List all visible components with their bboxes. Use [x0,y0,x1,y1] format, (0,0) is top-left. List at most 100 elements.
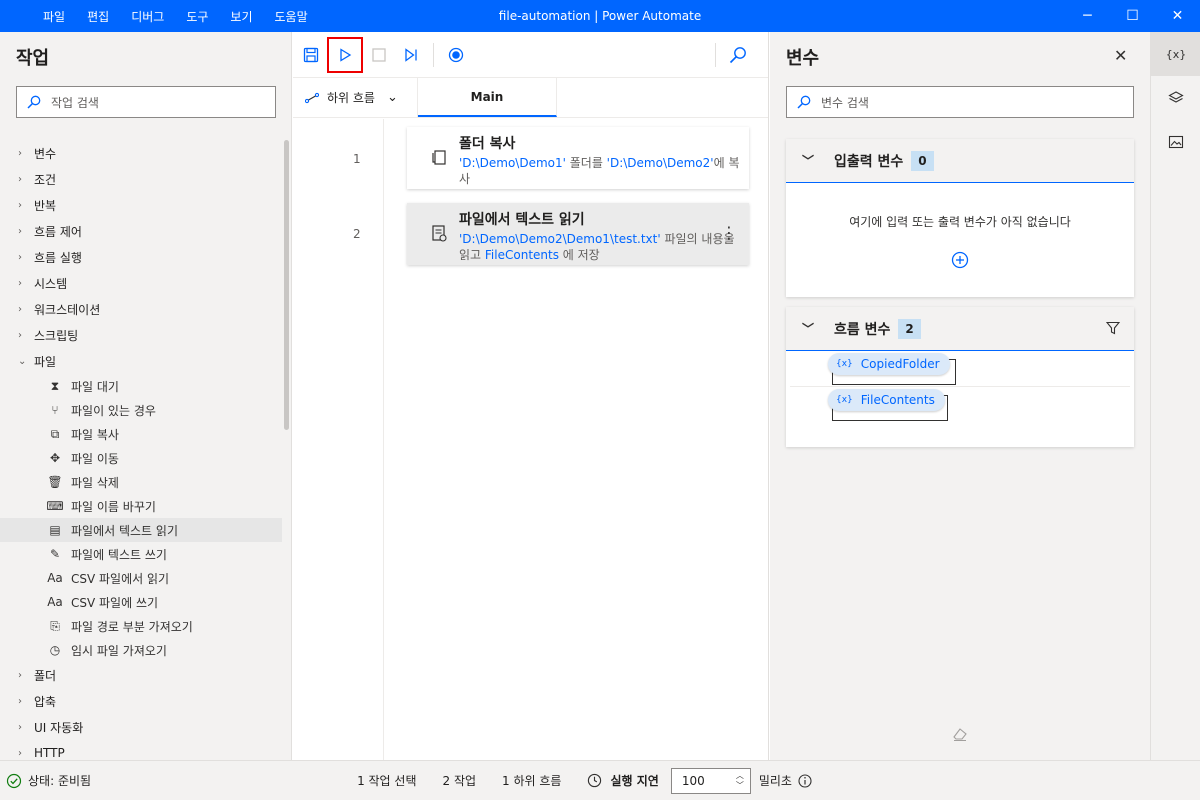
menu-tools[interactable]: 도구 [175,8,219,25]
filter-icon[interactable] [1106,321,1120,335]
stop-button[interactable] [363,39,395,71]
record-button[interactable] [440,39,472,71]
search-icon [729,46,746,63]
read-text-icon: ▤ [49,523,61,537]
close-window-button[interactable]: ✕ [1155,0,1200,32]
category-loops[interactable]: › 반복 [0,192,282,218]
variable-chip[interactable]: {x} FileContents [828,389,945,411]
flow-step-read-text-from-file[interactable]: 파일에서 텍스트 읽기 'D:\Demo\Demo2\Demo1\test.tx… [407,203,749,265]
subflow-label: 하위 흐름 [327,91,375,105]
category-ui-automation[interactable]: › UI 자동화 [0,714,282,740]
chevron-right-icon: › [18,199,22,211]
menu-view[interactable]: 보기 [219,8,263,25]
category-label: 변수 [34,146,57,161]
line-number: 2 [353,227,361,241]
action-read-csv[interactable]: Aa CSV 파일에서 읽기 [0,566,282,590]
action-get-temp-file[interactable]: ◷ 임시 파일 가져오기 [0,638,282,662]
run-delay-input[interactable]: 100 ︿ ﹀ [670,767,751,794]
category-label: 시스템 [34,276,68,291]
actions-panel: 작업 작업 검색 › 변수 › 조건 › 반복 › 흐름 제어 › 흐름 실행 › 시스템 … [0,32,292,760]
info-icon[interactable] [798,773,812,788]
run-next-action-button[interactable] [395,39,427,71]
minimize-button[interactable]: ─ [1065,0,1110,32]
variables-search-input[interactable]: 변수 검색 [786,86,1134,118]
menu-file[interactable]: 파일 [32,8,76,25]
action-write-csv[interactable]: Aa CSV 파일에 쓰기 [0,590,282,614]
flow-variable-row[interactable]: {x} CopiedFolder [790,351,1130,387]
action-delete-files[interactable]: 🗑 파일 삭제 [0,470,282,494]
action-rename-files[interactable]: ⌨ 파일 이름 바꾸기 [0,494,282,518]
variables-rail-button[interactable]: {x} [1151,32,1200,76]
flow-variable-row[interactable]: {x} FileContents [790,387,1130,423]
step-text: 에 저장 [562,248,600,262]
action-if-file-exists[interactable]: ⑂ 파일이 있는 경우 [0,398,282,422]
actions-scrollbar[interactable] [284,140,289,430]
step-variable: FileContents [484,248,563,262]
menu-debug[interactable]: 디버그 [120,8,175,25]
category-folder[interactable]: › 폴더 [0,662,282,688]
category-label: 파일 [34,354,57,369]
action-wait-for-file[interactable]: ⧗ 파일 대기 [0,374,282,398]
ui-elements-rail-button[interactable] [1151,76,1200,120]
trash-icon: 🗑 [47,475,63,489]
subflows-dropdown[interactable]: 하위 흐름 ⌄ [293,78,418,117]
save-icon [303,47,319,62]
category-run-flow[interactable]: › 흐름 실행 [0,244,282,270]
flow-step-copy-folder[interactable]: 폴더 복사 'D:\Demo\Demo1' 폴더를 'D:\Demo\Demo2… [407,127,749,189]
tab-main[interactable]: Main [418,78,557,117]
category-workstation[interactable]: › 워크스테이션 [0,296,282,322]
maximize-button[interactable]: ☐ [1110,0,1155,32]
spinner-icon[interactable]: ︿ ﹀ [736,771,744,791]
category-file[interactable]: ⌄ 파일 [0,348,282,374]
search-icon [27,95,41,109]
menu-help[interactable]: 도움말 [264,8,319,25]
chevron-right-icon: › [18,695,22,707]
line-number-gutter [293,119,384,760]
status-text: 상태: 준비됨 [28,774,92,788]
csv-icon: Aa [47,595,63,609]
category-conditions[interactable]: › 조건 [0,166,282,192]
action-write-text-to-file[interactable]: ✎ 파일에 텍스트 쓰기 [0,542,282,566]
variable-name: FileContents [860,393,935,407]
variable-icon: {x} [836,359,853,369]
io-variables-header[interactable]: ﹀ 입출력 변수 0 [786,139,1134,183]
flow-variables-header[interactable]: ﹀ 흐름 변수 2 [786,307,1134,351]
menu-edit[interactable]: 편집 [76,8,120,25]
action-copy-files[interactable]: ⧉ 파일 복사 [0,422,282,446]
category-flow-control[interactable]: › 흐름 제어 [0,218,282,244]
step-title: 폴더 복사 [459,136,516,152]
chevron-right-icon: › [18,721,22,733]
category-http[interactable]: › HTTP [0,740,282,760]
variable-name: CopiedFolder [860,357,940,371]
actions-search-input[interactable]: 작업 검색 [16,86,276,118]
more-options-icon[interactable]: ⋮ [721,223,737,242]
category-system[interactable]: › 시스템 [0,270,282,296]
images-rail-button[interactable] [1151,120,1200,164]
eraser-icon[interactable] [952,726,968,742]
category-label: 워크스테이션 [34,302,101,317]
empty-state-text: 여기에 입력 또는 출력 변수가 아직 없습니다 [849,215,1071,229]
chevron-right-icon: › [18,173,22,185]
chevron-right-icon: › [18,669,22,681]
add-variable-icon[interactable] [950,250,970,270]
step-text: 폴더를 [565,156,607,170]
menu-bar: 파일 편집 디버그 도구 보기 도움말 [32,8,319,25]
category-compression[interactable]: › 압축 [0,688,282,714]
category-variables[interactable]: › 변수 [0,140,282,166]
run-button[interactable] [327,36,363,73]
variable-chip[interactable]: {x} CopiedFolder [828,353,950,375]
action-move-files[interactable]: ✥ 파일 이동 [0,446,282,470]
save-button[interactable] [295,39,327,71]
search-flow-button[interactable] [722,39,754,71]
category-label: 스크립팅 [34,328,79,343]
close-variables-panel-icon[interactable]: ✕ [1114,46,1127,65]
action-get-file-path-part[interactable]: ⎘ 파일 경로 부분 가져오기 [0,614,282,638]
csv-icon: Aa [47,571,63,585]
copy-icon: ⧉ [50,426,60,441]
action-label: 파일 이름 바꾸기 [71,499,156,514]
action-read-text-from-file[interactable]: ▤ 파일에서 텍스트 읽기 [0,518,282,542]
category-label: HTTP [34,746,65,760]
branch-icon: ⑂ [51,403,59,417]
category-scripting[interactable]: › 스크립팅 [0,322,282,348]
io-variables-section: ﹀ 입출력 변수 0 여기에 입력 또는 출력 변수가 아직 없습니다 [786,139,1134,297]
